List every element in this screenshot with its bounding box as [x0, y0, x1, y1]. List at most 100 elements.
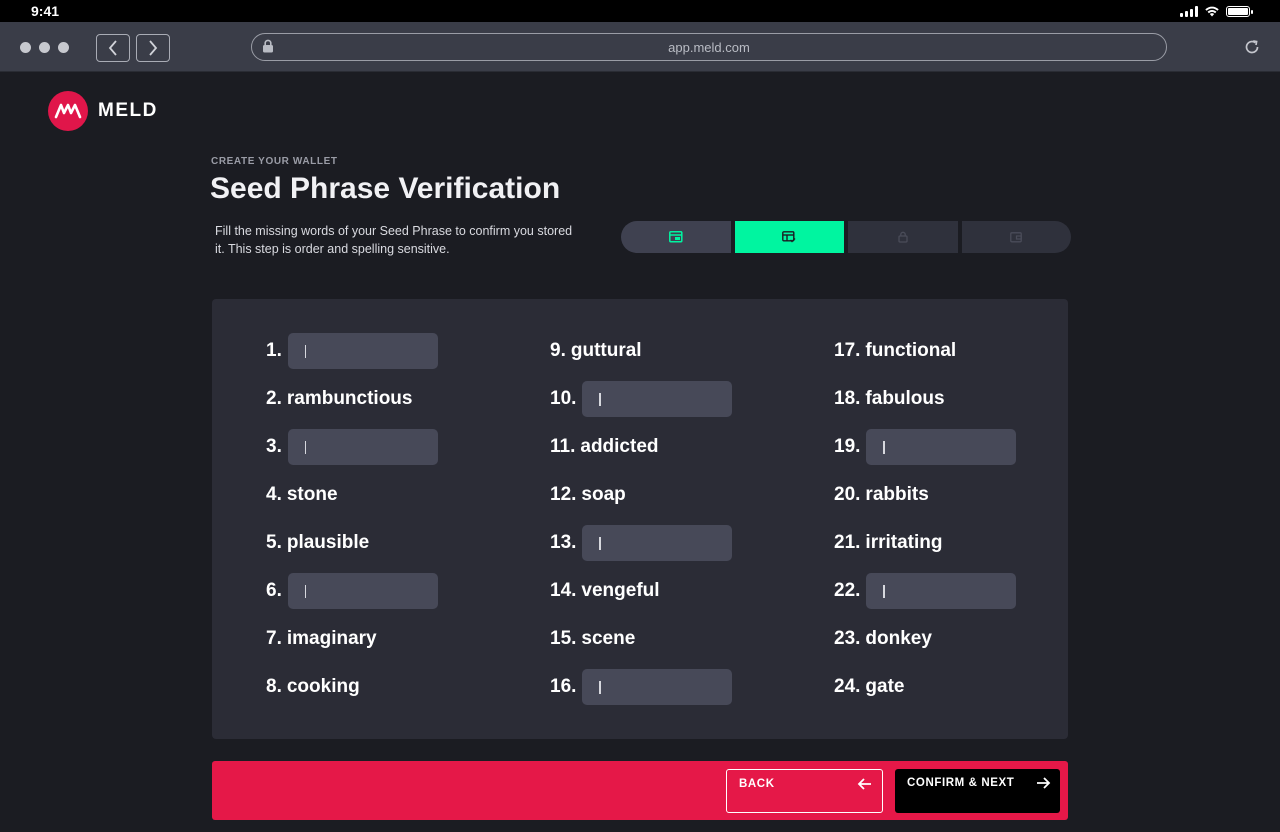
seed-word-text: gate [865, 676, 905, 697]
seed-word-number: 17. [834, 340, 861, 361]
seed-word-item: 13. [550, 525, 733, 561]
chevron-left-icon [108, 40, 117, 56]
seed-word-item: 10. [550, 381, 733, 417]
seed-word-item: 17. functional [834, 333, 956, 369]
seed-word-item: 12. soap [550, 477, 626, 513]
lock-icon [263, 39, 273, 53]
progress-stepper [621, 221, 1071, 253]
seed-word-item: 9. guttural [550, 333, 642, 369]
seed-phrase-card: 1. 2. rambunctious 3. 4. stone 5. plausible 6. 7.… [212, 299, 1068, 739]
seed-word-number: 15. [550, 628, 577, 649]
seed-word-number: 20. [834, 484, 861, 505]
step-seed-phrase [621, 221, 731, 253]
seed-word-number: 7. [266, 628, 282, 649]
seed-word-text: imaginary [286, 628, 377, 649]
seed-word-number: 23. [834, 628, 861, 649]
seed-word-number: 3. [266, 436, 282, 457]
wifi-icon [1205, 6, 1219, 17]
seed-word-number: 24. [834, 676, 861, 697]
seed-word-item: 7. imaginary [266, 621, 377, 657]
seed-word-text: plausible [286, 532, 370, 553]
arrow-left-icon [857, 778, 871, 790]
seed-word-number: 5. [266, 532, 282, 553]
seed-word-item: 5. plausible [266, 525, 369, 561]
action-footer: BACK CONFIRM & NEXT [212, 761, 1068, 820]
forward-nav-button[interactable] [136, 34, 170, 62]
seed-word-item: 15. scene [550, 621, 635, 657]
confirm-next-button[interactable]: CONFIRM & NEXT [895, 769, 1060, 813]
seed-word-item: 2. rambunctious [266, 381, 412, 417]
seed-word-input[interactable] [287, 573, 438, 609]
page-eyebrow: CREATE YOUR WALLET [211, 156, 338, 167]
status-time: 9:41 [31, 3, 60, 19]
status-bar: 9:41 [0, 0, 1280, 22]
lock-icon [898, 231, 908, 243]
seed-word-number: 19. [834, 436, 861, 457]
seed-word-item: 11. addicted [550, 429, 659, 465]
seed-word-input[interactable] [866, 429, 1017, 465]
battery-icon [1226, 5, 1253, 17]
seed-word-item: 19. [834, 429, 1017, 465]
seed-word-number: 8. [266, 676, 282, 697]
seed-word-text: scene [581, 628, 636, 649]
seed-word-input[interactable] [287, 333, 438, 369]
seed-word-item: 3. [266, 429, 438, 465]
arrow-right-icon [1037, 777, 1051, 789]
seed-word-item: 20. rabbits [834, 477, 929, 513]
seed-word-text: cooking [286, 676, 360, 697]
seed-word-text: fabulous [865, 388, 945, 409]
reload-icon[interactable] [1243, 38, 1261, 56]
back-nav-button[interactable] [96, 34, 130, 62]
seed-word-text: stone [286, 484, 338, 505]
checklist-icon [782, 231, 796, 243]
seed-word-item: 1. [266, 333, 438, 369]
seed-word-item: 16. [550, 669, 733, 705]
seed-word-text: donkey [865, 628, 932, 649]
seed-word-text: irritating [865, 532, 943, 553]
page-title: Seed Phrase Verification [210, 172, 561, 205]
cellular-signal-icon [1180, 5, 1198, 17]
seed-word-text: guttural [570, 340, 642, 361]
seed-word-number: 21. [834, 532, 861, 553]
seed-word-number: 18. [834, 388, 861, 409]
wallet-icon [1010, 231, 1023, 242]
seed-word-text: soap [581, 484, 626, 505]
seed-word-number: 12. [550, 484, 577, 505]
seed-word-number: 22. [834, 580, 861, 601]
seed-word-text: vengeful [581, 580, 660, 601]
step-verification [734, 221, 844, 253]
seed-word-number: 16. [550, 676, 577, 697]
confirm-next-label: CONFIRM & NEXT [907, 777, 1015, 789]
chevron-right-icon [149, 40, 158, 56]
seed-word-input[interactable] [866, 573, 1017, 609]
brand-name: MELD [98, 100, 158, 121]
seed-word-item: 6. [266, 573, 438, 609]
meld-logo-mark [48, 91, 88, 131]
step-wallet [961, 221, 1071, 253]
seed-word-input[interactable] [582, 381, 733, 417]
meld-logo[interactable]: MELD [48, 91, 158, 131]
seed-word-item: 4. stone [266, 477, 338, 513]
seed-word-item: 24. gate [834, 669, 905, 705]
page-description: Fill the missing words of your Seed Phra… [215, 224, 573, 256]
seed-word-number: 10. [550, 388, 577, 409]
browser-toolbar: app.meld.com [0, 22, 1280, 72]
seed-word-input[interactable] [582, 669, 733, 705]
seed-word-item: 22. [834, 573, 1017, 609]
back-button[interactable]: BACK [726, 769, 883, 813]
back-button-label: BACK [739, 778, 775, 790]
seed-word-text: functional [865, 340, 957, 361]
seed-word-number: 14. [550, 580, 577, 601]
seed-word-text: rambunctious [286, 388, 413, 409]
seed-word-input[interactable] [287, 429, 438, 465]
step-security [848, 221, 958, 253]
address-bar[interactable]: app.meld.com [251, 33, 1167, 61]
window-controls[interactable] [20, 42, 69, 53]
seed-word-number: 6. [266, 580, 282, 601]
seed-word-number: 4. [266, 484, 282, 505]
url-text: app.meld.com [668, 39, 750, 55]
seed-word-number: 1. [266, 340, 282, 361]
seed-word-item: 23. donkey [834, 621, 932, 657]
seed-word-text: rabbits [865, 484, 929, 505]
seed-word-input[interactable] [582, 525, 733, 561]
